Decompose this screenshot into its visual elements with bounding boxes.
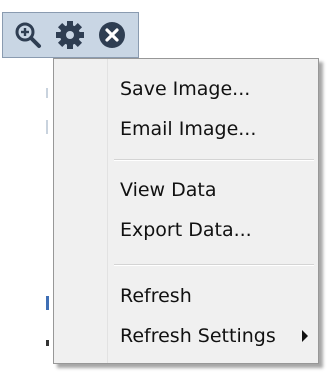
background-divider: [46, 88, 48, 98]
menu-icon-gutter: [54, 59, 108, 363]
menu-item-save-image[interactable]: Save Image...: [114, 69, 312, 109]
background-text-fragment: [46, 340, 49, 346]
menu-item-refresh-settings[interactable]: Refresh Settings: [114, 316, 312, 356]
submenu-arrow-icon: [302, 330, 308, 342]
context-menu: Save Image... Email Image... View Data E…: [53, 58, 319, 364]
close-circle-icon[interactable]: [95, 18, 129, 52]
menu-item-view-data[interactable]: View Data: [114, 170, 312, 210]
menu-separator: [114, 264, 314, 266]
menu-item-label: Refresh: [120, 285, 192, 307]
gear-icon[interactable]: [53, 18, 87, 52]
menu-item-refresh[interactable]: Refresh: [114, 276, 312, 316]
menu-item-label: View Data: [120, 179, 217, 201]
menu-item-label: Email Image...: [120, 118, 257, 140]
menu-item-label: Save Image...: [120, 78, 251, 100]
background-divider: [46, 120, 48, 134]
stage: Save Image... Email Image... View Data E…: [0, 0, 329, 374]
menu-item-label: Refresh Settings: [120, 325, 276, 347]
background-link-fragment: [46, 296, 49, 310]
menu-item-label: Export Data...: [120, 219, 252, 241]
menu-separator: [114, 159, 314, 161]
menu-item-export-data[interactable]: Export Data...: [114, 210, 312, 250]
menu-item-email-image[interactable]: Email Image...: [114, 109, 312, 149]
chart-toolbar: [2, 12, 139, 58]
zoom-in-icon[interactable]: [11, 18, 45, 52]
